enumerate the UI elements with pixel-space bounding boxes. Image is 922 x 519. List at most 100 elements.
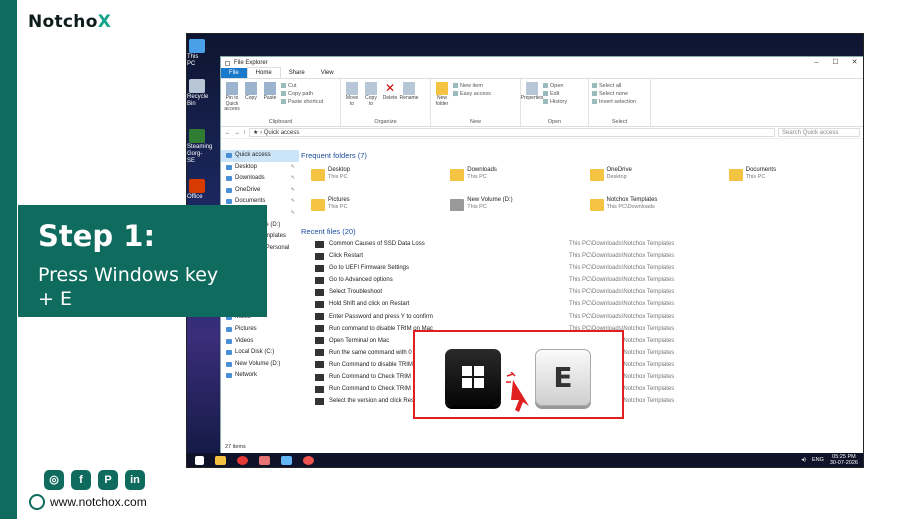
nav-videos[interactable]: Videos (221, 336, 299, 348)
paste-shortcut-button[interactable]: Paste shortcut (281, 99, 323, 105)
folder-tile[interactable]: New Volume (D:) This PC (440, 192, 579, 222)
nav-pictures-pc[interactable]: Pictures (221, 324, 299, 336)
select-group-label: Select (611, 119, 628, 125)
list-item[interactable]: Click Restart This PC\Downloads\Notchox T… (301, 250, 858, 262)
image-file-icon (315, 264, 324, 272)
invert-selection-button[interactable]: Invert selection (592, 99, 636, 105)
image-file-icon (315, 373, 324, 381)
back-icon[interactable]: ← (225, 130, 231, 136)
close-button[interactable]: ✕ (845, 57, 863, 69)
open-button[interactable]: Open (543, 83, 567, 89)
list-item[interactable]: Go to Advanced options This PC\Downloads\… (301, 274, 858, 286)
list-item[interactable]: Select Troubleshoot This PC\Downloads\Not… (301, 286, 858, 298)
address-bar[interactable]: ★ › Quick access (249, 128, 775, 137)
maximize-button[interactable]: ☐ (826, 57, 845, 69)
pinterest-icon[interactable]: P (98, 470, 118, 490)
list-item[interactable]: Common Causes of SSD Data Loss This PC\Do… (301, 238, 858, 250)
social-links: ◎ f P in (44, 470, 145, 490)
open-group-label: Open (547, 119, 562, 125)
nav-network[interactable]: Network (221, 370, 299, 382)
properties-icon (526, 82, 538, 95)
game-icon (189, 129, 205, 143)
tab-share[interactable]: Share (281, 68, 313, 78)
edit-button[interactable]: Edit (543, 91, 567, 97)
website-link[interactable]: www.notchox.com (29, 494, 147, 510)
list-item[interactable]: Hold Shift and click on Restart This PC\D… (301, 298, 858, 310)
organize-group: Move to Copy to ✕ Delete Rename Organize (341, 79, 431, 126)
nav-onedrive[interactable]: OneDrive (221, 185, 299, 197)
select-none-button[interactable]: Select none (592, 91, 636, 97)
file-explorer-taskbar-icon[interactable] (215, 455, 226, 465)
desktop-icon-this-pc[interactable]: This PC (187, 39, 207, 68)
folder-tile[interactable]: Desktop This PC (301, 162, 440, 192)
image-file-icon (315, 385, 324, 393)
nav-local-disk[interactable]: Local Disk (C:) (221, 347, 299, 359)
app-icon[interactable] (259, 455, 270, 465)
frequent-folders-header[interactable]: Frequent folders (7) (301, 150, 858, 162)
app-icon[interactable] (281, 455, 292, 465)
tab-view[interactable]: View (313, 68, 342, 78)
copy-path-button[interactable]: Copy path (281, 91, 323, 97)
image-file-icon (315, 276, 324, 284)
chrome-icon[interactable] (237, 455, 248, 465)
folder-tile[interactable]: Downloads This PC (440, 162, 579, 192)
windows-logo-icon (462, 366, 484, 388)
cut-button[interactable]: Cut (281, 83, 323, 89)
up-icon[interactable]: ↑ (243, 130, 246, 136)
delete-icon: ✕ (384, 81, 396, 95)
folder-tile[interactable]: Pictures This PC (301, 192, 440, 222)
search-input[interactable]: Search Quick access (778, 128, 860, 137)
nav-desktop[interactable]: Desktop (221, 162, 299, 174)
list-item[interactable]: Go to UEFI Firmware Settings This PC\Down… (301, 262, 858, 274)
copy-icon (245, 82, 257, 95)
linkedin-icon[interactable]: in (125, 470, 145, 490)
drive-icon (450, 199, 465, 211)
quick-access-toolbar-icon[interactable] (225, 60, 230, 66)
nav-new-volume-pc[interactable]: New Volume (D:) (221, 359, 299, 371)
step-title: Step 1: (38, 219, 156, 253)
language-indicator[interactable]: ENG (812, 457, 824, 463)
clock[interactable]: 05:25 PM 30-07-2026 (830, 454, 858, 466)
organize-group-label: Organize (374, 119, 397, 125)
desktop-icon-recycle-bin[interactable]: Recycle Bin (187, 79, 208, 108)
minimize-button[interactable]: – (807, 57, 826, 69)
chrome-icon[interactable] (303, 455, 314, 465)
new-folder-icon (436, 82, 448, 95)
start-icon[interactable] (195, 455, 204, 465)
image-file-icon (315, 313, 324, 321)
computer-icon (189, 39, 205, 53)
ribbon-tabs: File Home Share View (221, 67, 863, 79)
windows-key (445, 349, 501, 406)
nav-downloads[interactable]: Downloads (221, 173, 299, 185)
e-key: E (535, 349, 591, 406)
nav-quick-access[interactable]: Quick access (221, 150, 299, 162)
recent-files-header[interactable]: Recent files (20) (301, 226, 858, 238)
folder-icon (311, 199, 325, 211)
image-file-icon (315, 325, 324, 333)
folder-icon (311, 169, 325, 181)
desktop-icon-office[interactable]: Office (187, 179, 207, 201)
desktop-icon-game[interactable]: Steaming Gorg-SE (187, 129, 212, 165)
facebook-icon[interactable]: f (71, 470, 91, 490)
move-icon (346, 82, 358, 95)
folder-icon (589, 199, 604, 211)
history-button[interactable]: History (543, 99, 567, 105)
instagram-icon[interactable]: ◎ (44, 470, 64, 490)
office-icon (189, 179, 205, 193)
folder-tile[interactable]: Notchox Templates This PC\Downloads (580, 192, 719, 222)
list-item[interactable]: Enter Password and press Y to confirm Thi… (301, 311, 858, 323)
easy-access-button[interactable]: Easy access (453, 91, 491, 97)
select-all-button[interactable]: Select all (592, 83, 636, 89)
new-item-button[interactable]: New item (453, 83, 491, 89)
image-file-icon (315, 240, 324, 248)
folder-tile[interactable]: Documents This PC (719, 162, 858, 192)
image-file-icon (315, 337, 324, 345)
tab-file[interactable]: File (221, 68, 247, 78)
folder-tile[interactable]: OneDrive Desktop (580, 162, 719, 192)
tab-home[interactable]: Home (246, 67, 281, 78)
image-file-icon (315, 288, 324, 296)
globe-icon (29, 494, 45, 510)
image-file-icon (315, 361, 324, 369)
speaker-icon[interactable]: ◂) (801, 457, 806, 463)
forward-icon[interactable]: → (234, 130, 240, 136)
